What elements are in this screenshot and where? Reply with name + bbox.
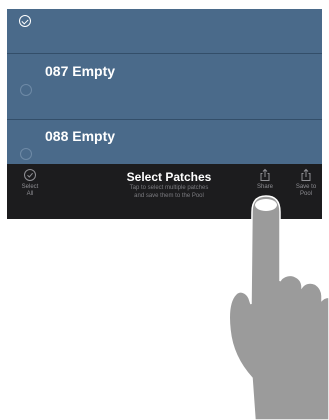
tap-hand-icon	[228, 195, 329, 420]
